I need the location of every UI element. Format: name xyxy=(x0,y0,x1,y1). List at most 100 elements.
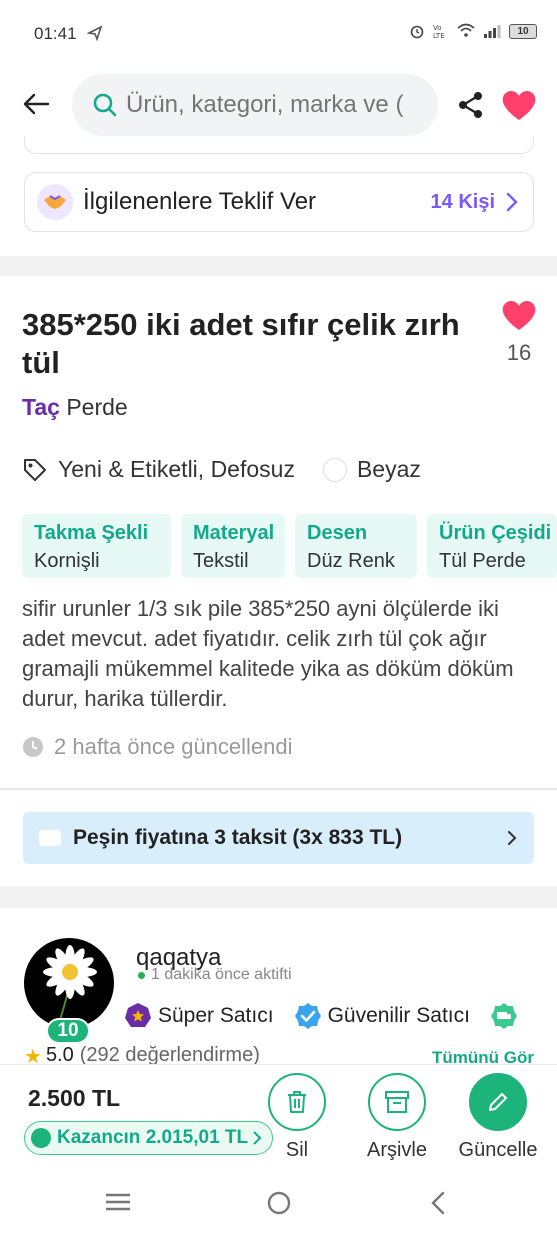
updated-row: 2 hafta önce güncellendi xyxy=(22,734,293,760)
share-icon xyxy=(459,92,482,118)
volte-icon: VoLTE xyxy=(433,24,445,40)
back-nav-icon[interactable] xyxy=(428,1190,448,1216)
installment-banner[interactable]: Peşin fiyatına 3 taksit (3x 833 TL) xyxy=(23,812,534,864)
brand-link[interactable]: Taç Perde xyxy=(22,394,128,421)
archive-button[interactable]: Arşivle xyxy=(362,1073,432,1162)
super-seller-badge[interactable]: Süper Satıcı xyxy=(124,1002,274,1030)
system-navigation-bar xyxy=(0,1172,557,1233)
archive-icon xyxy=(385,1091,409,1113)
home-icon[interactable] xyxy=(266,1190,292,1216)
condition-row: Yeni & Etiketli, Defosuz Beyaz xyxy=(22,456,421,483)
search-input[interactable] xyxy=(126,91,426,119)
heart-icon xyxy=(502,300,536,330)
color-text: Beyaz xyxy=(356,456,421,482)
installment-text: Peşin fiyatına 3 taksit (3x 833 TL) xyxy=(73,826,403,849)
credit-card-icon xyxy=(39,830,61,846)
online-dot-icon xyxy=(138,971,145,979)
attribute-chip[interactable]: Materyal Tekstil xyxy=(181,514,285,578)
chevron-right-icon xyxy=(508,831,517,845)
attribute-chip[interactable]: Desen Düz Renk xyxy=(295,514,417,578)
earnings-text: Kazancın 2.015,01 TL xyxy=(57,1127,249,1148)
search-icon xyxy=(93,93,117,117)
section-divider xyxy=(0,256,557,276)
product-description: sifir urunler 1/3 sık pile 385*250 ayni … xyxy=(22,596,514,711)
seller-badges: Süper Satıcı Güvenilir Satıcı xyxy=(124,1000,557,1032)
alarm-icon xyxy=(410,25,424,39)
attribute-chip[interactable]: Ürün Çeşidi Tül Perde xyxy=(427,514,557,578)
badge-label: Süper Satıcı xyxy=(158,1004,274,1027)
rating-value: 5.0 xyxy=(45,1044,74,1064)
attribute-chips: Takma Şekli Kornişli Materyal Tekstil De… xyxy=(22,514,557,578)
truck-icon xyxy=(490,1003,517,1029)
divider xyxy=(0,788,557,790)
heart-icon xyxy=(502,90,536,120)
status-bar: 01:41 Vo LTE 10 xyxy=(0,0,557,66)
offer-to-interested-button[interactable]: İlgilenenlere Teklif Ver 14 Kişi xyxy=(24,172,534,232)
archive-circle xyxy=(368,1073,426,1131)
attribute-key: Takma Şekli xyxy=(34,522,149,544)
attribute-value: Düz Renk xyxy=(307,550,395,572)
favorite-button[interactable] xyxy=(500,88,538,122)
rating-count: (292 değerlendirme) xyxy=(79,1044,260,1064)
offer-count: 14 Kişi xyxy=(430,190,495,213)
card-edge xyxy=(24,136,534,154)
update-button[interactable]: Güncelle xyxy=(452,1073,544,1162)
delete-button[interactable]: Sil xyxy=(268,1073,326,1162)
attribute-value: Kornişli xyxy=(34,550,100,572)
coin-icon xyxy=(31,1128,51,1148)
svg-text:Vo: Vo xyxy=(433,24,442,32)
chevron-right-icon xyxy=(253,1131,262,1145)
trusted-seller-badge[interactable]: Güvenilir Satıcı xyxy=(294,1002,470,1030)
attribute-key: Ürün Çeşidi xyxy=(439,522,552,544)
attribute-value: Tekstil xyxy=(193,550,249,572)
clock-icon xyxy=(23,737,43,757)
attribute-key: Desen xyxy=(307,522,368,544)
delete-label: Sil xyxy=(285,1139,309,1161)
archive-label: Arşivle xyxy=(366,1139,427,1161)
handshake-icon xyxy=(37,184,73,220)
seller-active-status: 1 dakika önce aktifti xyxy=(138,966,292,984)
navigation-arrow-icon xyxy=(86,24,104,47)
arrow-left-icon xyxy=(23,93,50,115)
search-bar[interactable] xyxy=(72,74,438,136)
offer-title: İlgilenenlere Teklif Ver xyxy=(83,188,317,215)
wifi-icon xyxy=(457,23,475,37)
back-button[interactable] xyxy=(20,88,52,120)
attribute-value: Tül Perde xyxy=(439,550,526,572)
earnings-chip[interactable]: Kazancın 2.015,01 TL xyxy=(24,1121,274,1155)
condition-text: Yeni & Etiketli, Defosuz xyxy=(58,456,295,482)
update-label: Güncelle xyxy=(458,1139,538,1161)
see-all-link[interactable]: Tümünü Gör xyxy=(432,1048,534,1064)
price: 2.500 TL xyxy=(28,1085,121,1111)
status-icons: Vo LTE 10 xyxy=(409,22,537,40)
menu-icon[interactable] xyxy=(104,1190,132,1214)
active-text: 1 dakika önce aktifti xyxy=(151,966,292,983)
seller-avatar[interactable] xyxy=(24,938,114,1028)
badge-label: Güvenilir Satıcı xyxy=(327,1004,470,1027)
product-favorite-button[interactable] xyxy=(500,298,538,332)
section-divider xyxy=(0,886,557,908)
share-button[interactable] xyxy=(456,90,486,120)
update-circle xyxy=(469,1073,527,1131)
brand-category: Perde xyxy=(59,394,128,420)
battery-icon: 10 xyxy=(509,23,537,39)
shipping-badge[interactable] xyxy=(490,1002,524,1030)
color-swatch xyxy=(322,457,347,482)
verified-icon xyxy=(294,1003,321,1029)
chevron-right-icon xyxy=(506,192,518,212)
pencil-icon xyxy=(489,1093,507,1111)
product-title: 385*250 iki adet sıfır çelik zırh tül xyxy=(22,307,460,380)
brand-name: Taç xyxy=(22,394,60,420)
signal-icon xyxy=(484,25,501,38)
seller-level-badge: 10 xyxy=(46,1018,90,1044)
svg-text:LTE: LTE xyxy=(433,32,445,40)
trash-icon xyxy=(288,1091,306,1113)
super-seller-icon xyxy=(125,1003,151,1027)
bottom-action-bar: 2.500 TL Kazancın 2.015,01 TL Sil Arşivl… xyxy=(0,1064,557,1172)
favorite-count: 16 xyxy=(506,340,532,365)
attribute-chip[interactable]: Takma Şekli Kornişli xyxy=(22,514,171,578)
status-time: 01:41 xyxy=(34,24,77,43)
seller-rating[interactable]: ★ 5.0 (292 değerlendirme) xyxy=(24,1044,260,1064)
daisy-icon xyxy=(43,945,97,1027)
tag-icon xyxy=(24,458,46,481)
